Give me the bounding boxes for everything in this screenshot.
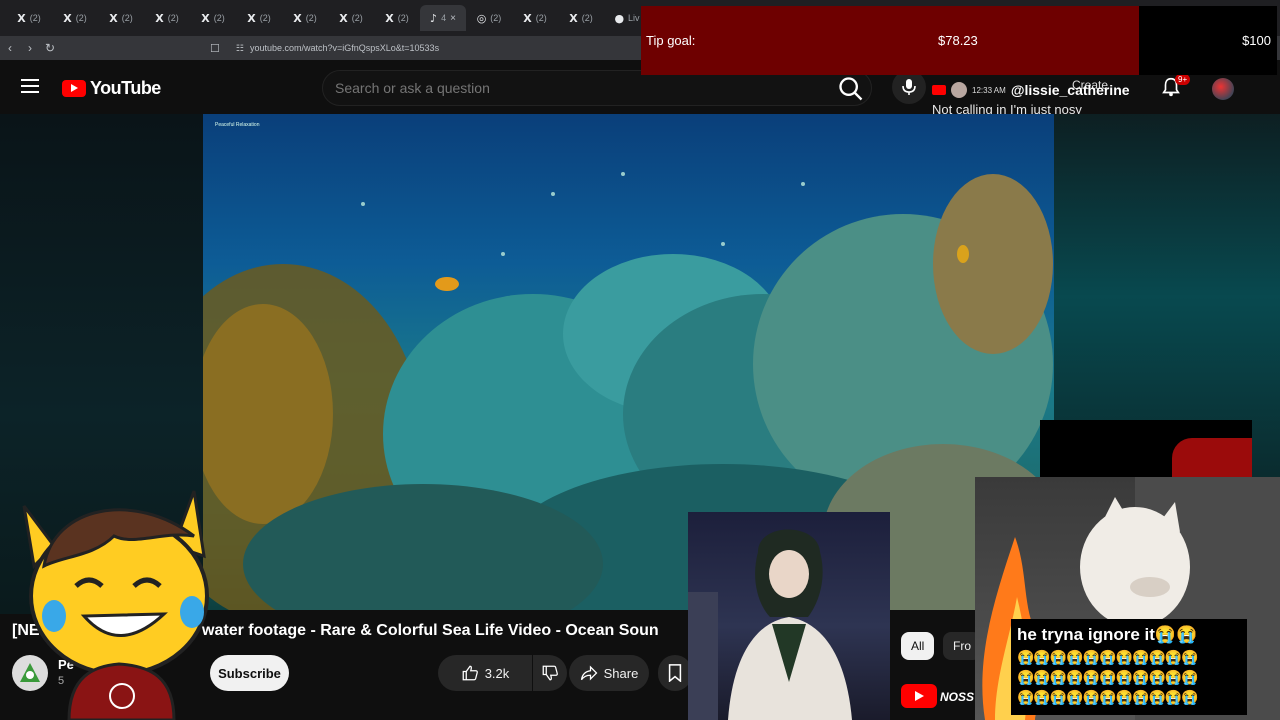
x-logo-icon: X — [385, 11, 394, 25]
emoji-row: 😭😭😭😭😭😭😭😭😭😭😭 — [1017, 649, 1199, 665]
browser-tab[interactable]: X (2) — [6, 5, 52, 31]
browser-tab-label: (2) — [213, 13, 225, 23]
tip-goal-overlay: Tip goal: $78.23 $100 — [641, 6, 1277, 75]
video-title-text: water footage - Rare & Colorful Sea Life… — [202, 622, 659, 639]
recommended-channel-name[interactable]: NOSS — [940, 690, 974, 704]
chat-user-avatar — [951, 82, 967, 98]
browser-tab-label: (2) — [121, 13, 133, 23]
search-icon[interactable] — [837, 75, 865, 103]
account-avatar[interactable] — [1212, 78, 1234, 100]
site-settings-icon[interactable]: ☷ — [236, 43, 244, 54]
video-player[interactable]: Peaceful Relaxation — [203, 114, 1054, 610]
chat-timestamp: 12:33 AM — [972, 85, 1006, 95]
browser-tab[interactable]: ♪ 4 × — [420, 5, 466, 31]
tip-goal-progress-fill — [641, 6, 1139, 75]
url-text: youtube.com/watch?v=iGfnQspsXLo&t=10533s — [249, 43, 440, 53]
share-button[interactable]: Share — [569, 655, 649, 691]
globe-icon: ◎ — [476, 11, 487, 25]
browser-tab[interactable]: ◎ (2) — [466, 5, 512, 31]
search-input[interactable] — [335, 80, 815, 96]
tab-close-icon[interactable]: × — [450, 13, 456, 24]
recommended-video-thumbnail-icon[interactable] — [901, 684, 937, 708]
browser-tab[interactable]: X (2) — [236, 5, 282, 31]
dog-cam-caption-box: he tryna ignore it😭😭 😭😭😭😭😭😭😭😭😭😭😭 😭😭😭😭😭😭😭… — [1011, 619, 1247, 715]
browser-tab-label: (2) — [581, 13, 593, 23]
stream-overlay-shape — [1040, 420, 1252, 480]
browser-tab[interactable]: X (2) — [374, 5, 420, 31]
chip-all[interactable]: All — [901, 632, 935, 660]
crying-emoji-grid: 😭😭😭😭😭😭😭😭😭😭😭 😭😭😭😭😭😭😭😭😭😭😭 😭😭😭😭😭😭😭😭😭😭😭 — [1017, 647, 1241, 707]
x-logo-icon: X — [293, 11, 302, 25]
browser-tab-label: (2) — [259, 13, 271, 23]
browser-tab-label: (2) — [351, 13, 363, 23]
dislike-button[interactable] — [533, 655, 567, 691]
x-logo-icon: X — [201, 11, 210, 25]
browser-tab-label: 4 — [441, 13, 447, 23]
x-logo-icon: X — [17, 11, 26, 25]
character-overlay-cam — [688, 512, 890, 720]
browser-tab-label: (2) — [167, 13, 179, 23]
thumbs-up-icon — [462, 665, 478, 681]
browser-tab[interactable]: X (2) — [190, 5, 236, 31]
like-button[interactable]: 3.2k — [438, 655, 532, 691]
x-logo-icon: X — [247, 11, 256, 25]
x-logo-icon: X — [63, 11, 72, 25]
streamer-mascot-avatar — [22, 490, 209, 720]
x-logo-icon: X — [523, 11, 532, 25]
bookmark-save-icon — [668, 664, 682, 682]
youtube-logo-text: YouTube — [90, 78, 161, 98]
live-icon: ● — [614, 11, 625, 25]
search-box — [322, 70, 872, 106]
browser-tab-label: (2) — [490, 13, 502, 23]
audio-icon: ♪ — [430, 11, 438, 25]
microphone-icon — [902, 79, 916, 95]
browser-tab[interactable]: X (2) — [52, 5, 98, 31]
bookmark-icon[interactable]: ☐ — [210, 42, 220, 55]
tip-goal-target: $100 — [1242, 33, 1271, 48]
share-arrow-icon — [580, 665, 598, 681]
back-icon[interactable]: ‹ — [0, 41, 20, 55]
youtube-chat-icon — [932, 85, 946, 95]
x-logo-icon: X — [339, 11, 348, 25]
browser-tab[interactable]: X (2) — [98, 5, 144, 31]
notification-count-badge: 9+ — [1175, 74, 1191, 85]
browser-tab-label: (2) — [397, 13, 409, 23]
menu-icon[interactable] — [21, 79, 39, 93]
browser-tab[interactable]: X (2) — [328, 5, 374, 31]
browser-tab[interactable]: X (2) — [282, 5, 328, 31]
chat-message-overlay: 12:33 AM @lissie_catherine Not calling i… — [932, 82, 1152, 117]
save-button[interactable] — [658, 655, 692, 691]
browser-tab-label: Liv — [628, 13, 640, 23]
x-logo-icon: X — [569, 11, 578, 25]
forward-icon[interactable]: › — [20, 41, 40, 55]
coral-reef-scene — [203, 172, 1054, 610]
x-logo-icon: X — [109, 11, 118, 25]
dog-cam-caption: he tryna ignore it😭😭 — [1017, 625, 1198, 644]
share-label: Share — [603, 665, 639, 681]
emoji-row: 😭😭😭😭😭😭😭😭😭😭😭 — [1017, 669, 1199, 685]
voice-search-button[interactable] — [892, 70, 926, 104]
thumbs-down-icon — [542, 665, 558, 681]
browser-tab-label: (2) — [75, 13, 87, 23]
tip-goal-label: Tip goal: — [646, 33, 696, 48]
like-count: 3.2k — [484, 665, 510, 681]
dog-reaction-cam: he tryna ignore it😭😭 😭😭😭😭😭😭😭😭😭😭😭 😭😭😭😭😭😭😭… — [975, 477, 1280, 720]
x-logo-icon: X — [155, 11, 164, 25]
emoji-row: 😭😭😭😭😭😭😭😭😭😭😭 — [1017, 689, 1199, 705]
browser-tab[interactable]: X (2) — [144, 5, 190, 31]
browser-tab[interactable]: X (2) — [558, 5, 604, 31]
browser-tab-label: (2) — [29, 13, 41, 23]
browser-tab[interactable]: X (2) — [512, 5, 558, 31]
browser-tab-label: (2) — [535, 13, 547, 23]
browser-tab-label: (2) — [305, 13, 317, 23]
reload-icon[interactable]: ↻ — [40, 41, 60, 55]
chat-username: @lissie_catherine — [1010, 82, 1130, 98]
youtube-play-icon — [62, 80, 86, 97]
youtube-logo[interactable]: YouTube — [62, 78, 161, 99]
tip-goal-current: $78.23 — [938, 33, 978, 48]
anime-character-illustration — [688, 529, 852, 720]
url-field[interactable]: ☷ youtube.com/watch?v=iGfnQspsXLo&t=1053… — [236, 43, 439, 54]
